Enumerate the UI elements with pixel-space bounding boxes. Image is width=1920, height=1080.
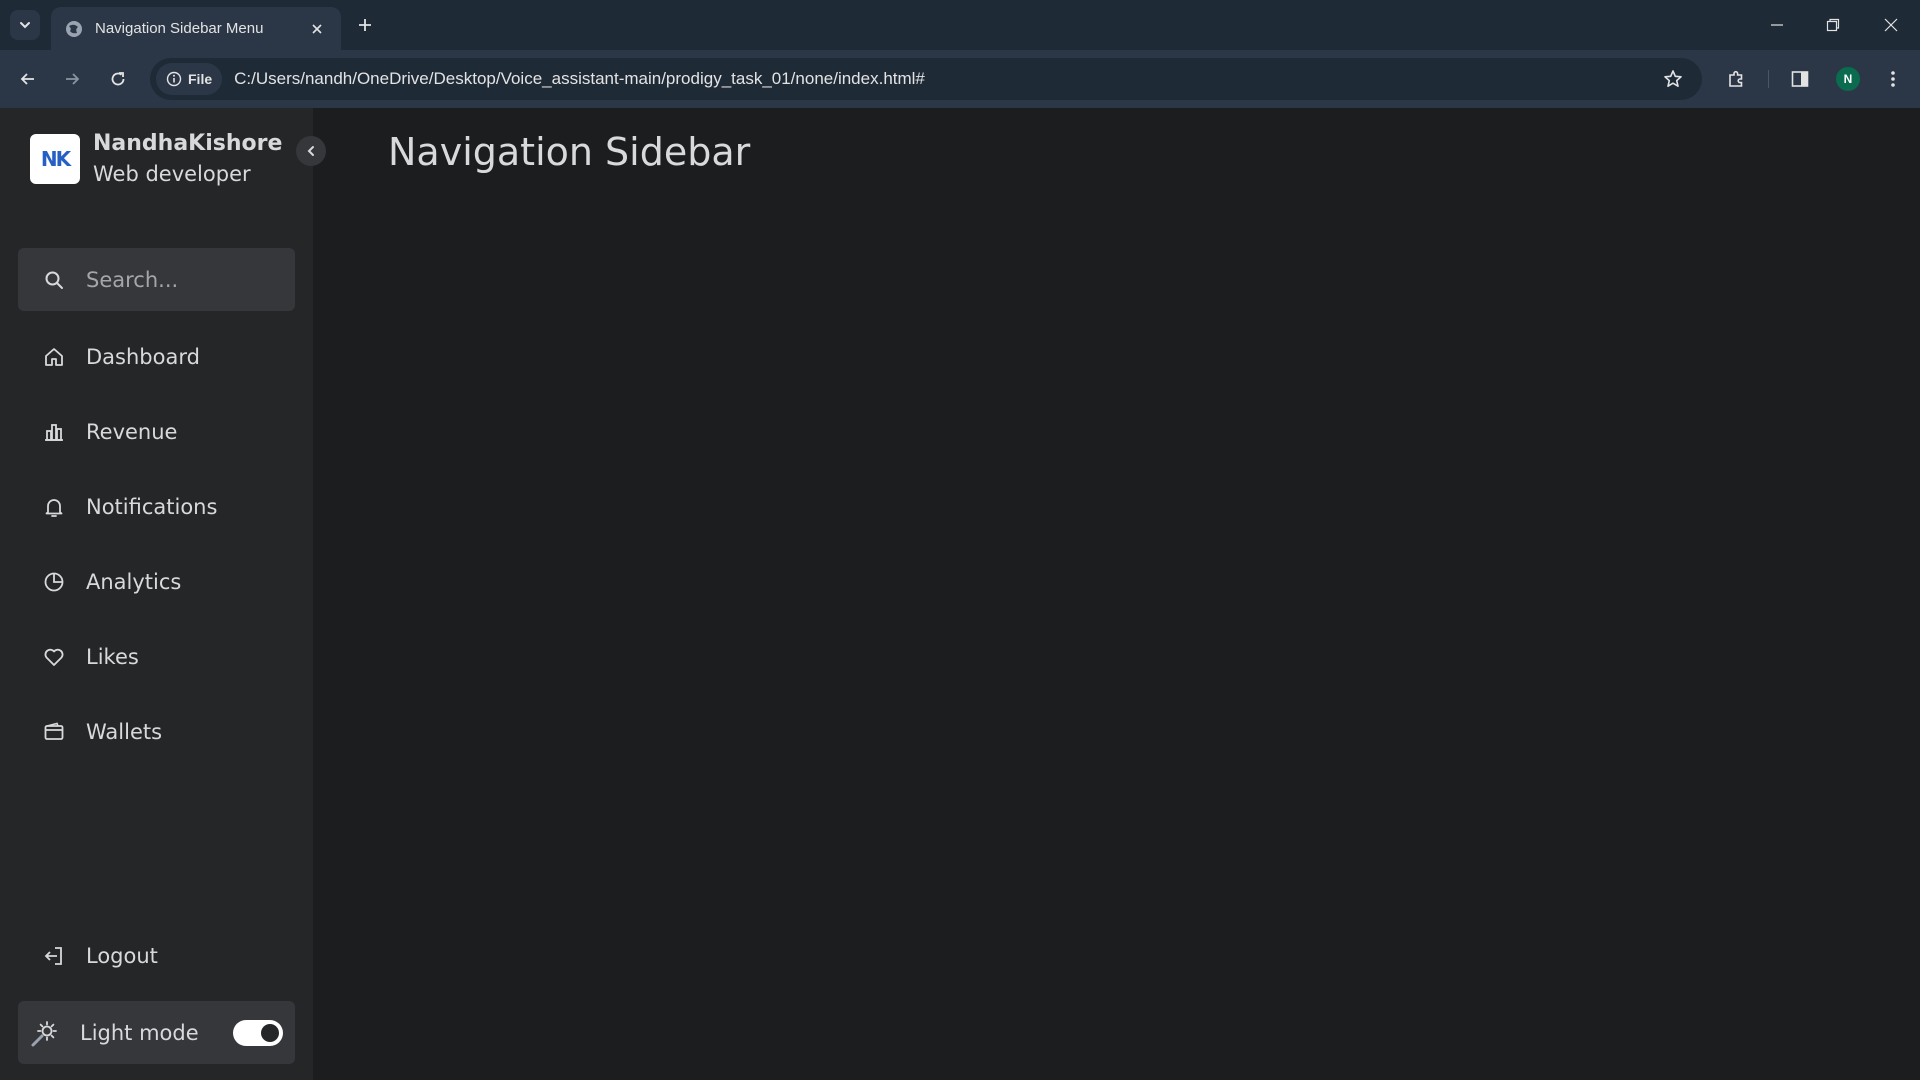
arrow-right-icon xyxy=(66,73,80,85)
address-bar[interactable]: File C:/Users/nandh/OneDrive/Desktop/Voi… xyxy=(150,58,1702,100)
light-mode-toggle[interactable] xyxy=(233,1019,283,1046)
pie-chart-icon xyxy=(44,572,64,592)
arrow-left-icon xyxy=(20,73,34,85)
bell-icon xyxy=(45,499,63,517)
back-button[interactable] xyxy=(13,64,43,94)
page-content: NK NandhaKishore Web developer Dashboard… xyxy=(0,108,1920,1080)
info-icon xyxy=(166,71,182,87)
bookmark-button[interactable] xyxy=(1658,64,1688,94)
minimize-icon xyxy=(1771,24,1783,26)
sidebar-item-revenue[interactable]: Revenue xyxy=(18,402,295,462)
plus-icon xyxy=(359,19,371,31)
browser-tab-bar: Navigation Sidebar Menu xyxy=(0,0,1920,50)
side-panel-icon xyxy=(1791,71,1809,87)
sidebar-collapse-button[interactable] xyxy=(296,136,326,166)
search-icon xyxy=(45,271,63,289)
star-icon xyxy=(1664,70,1682,87)
forward-button[interactable] xyxy=(57,64,87,94)
chevron-left-icon xyxy=(307,146,314,156)
bar-chart-icon xyxy=(45,424,63,441)
sidebar-item-dashboard[interactable]: Dashboard xyxy=(18,327,295,387)
brand-name: NandhaKishore xyxy=(93,131,283,156)
brand-header: NK NandhaKishore Web developer xyxy=(30,129,282,189)
close-icon xyxy=(1884,18,1898,32)
new-tab-button[interactable] xyxy=(352,12,378,38)
search-box[interactable] xyxy=(18,248,295,311)
browser-tab[interactable]: Navigation Sidebar Menu xyxy=(51,7,341,50)
brand-logo: NK xyxy=(30,134,80,184)
extensions-button[interactable] xyxy=(1721,64,1751,94)
sidebar-item-label: Revenue xyxy=(86,420,178,444)
light-mode-label: Light mode xyxy=(80,1020,199,1045)
sidebar-item-label: Analytics xyxy=(86,570,182,594)
sidebar-bottom: Logout Light mode xyxy=(18,926,295,1064)
home-icon xyxy=(45,348,63,366)
logout-button[interactable]: Logout xyxy=(18,926,295,986)
sidebar-item-notifications[interactable]: Notifications xyxy=(18,477,295,537)
toggle-knob xyxy=(261,1023,279,1042)
light-mode-row[interactable]: Light mode xyxy=(18,1001,295,1064)
url-text[interactable]: C:/Users/nandh/OneDrive/Desktop/Voice_as… xyxy=(234,69,1658,89)
restore-button[interactable] xyxy=(1819,12,1847,38)
sidebar-menu: Dashboard Revenue Notifications Analytic… xyxy=(18,327,295,777)
globe-icon xyxy=(66,20,82,37)
restore-icon xyxy=(1826,18,1840,32)
brand-role: Web developer xyxy=(93,162,251,186)
sun-icon xyxy=(31,1020,57,1046)
browser-menu-button[interactable] xyxy=(1878,64,1908,94)
tab-list-button[interactable] xyxy=(10,10,40,40)
minimize-button[interactable] xyxy=(1763,12,1791,38)
browser-toolbar: File C:/Users/nandh/OneDrive/Desktop/Voi… xyxy=(0,50,1920,108)
reload-button[interactable] xyxy=(103,64,133,94)
sidebar-item-analytics[interactable]: Analytics xyxy=(18,552,295,612)
more-vertical-icon xyxy=(1891,71,1895,87)
side-panel-button[interactable] xyxy=(1785,64,1815,94)
wallet-icon xyxy=(44,722,64,740)
sidebar-item-label: Dashboard xyxy=(86,345,200,369)
page-title: Navigation Sidebar xyxy=(388,130,751,174)
sidebar-item-likes[interactable]: Likes xyxy=(18,627,295,687)
reload-icon xyxy=(111,72,125,86)
heart-icon xyxy=(44,648,64,666)
close-icon xyxy=(312,23,322,34)
puzzle-icon xyxy=(1729,70,1743,87)
toolbar-divider xyxy=(1768,70,1769,88)
tab-title: Navigation Sidebar Menu xyxy=(95,20,264,37)
site-info-chip[interactable]: File xyxy=(156,63,223,95)
sidebar-item-wallets[interactable]: Wallets xyxy=(18,702,295,762)
brand-text: NandhaKishore Web developer xyxy=(93,129,282,189)
site-chip-label: File xyxy=(188,71,213,87)
sidebar-item-label: Likes xyxy=(86,645,139,669)
search-input[interactable] xyxy=(86,267,276,292)
chevron-down-icon xyxy=(20,22,30,29)
profile-avatar[interactable]: N xyxy=(1836,67,1860,91)
tab-close-button[interactable] xyxy=(307,19,327,39)
sidebar-item-label: Wallets xyxy=(86,720,163,744)
window-close-button[interactable] xyxy=(1877,12,1905,38)
logout-icon xyxy=(44,947,62,965)
sidebar: NK NandhaKishore Web developer Dashboard… xyxy=(0,108,326,1080)
logout-label: Logout xyxy=(86,944,158,968)
sidebar-item-label: Notifications xyxy=(86,495,218,519)
